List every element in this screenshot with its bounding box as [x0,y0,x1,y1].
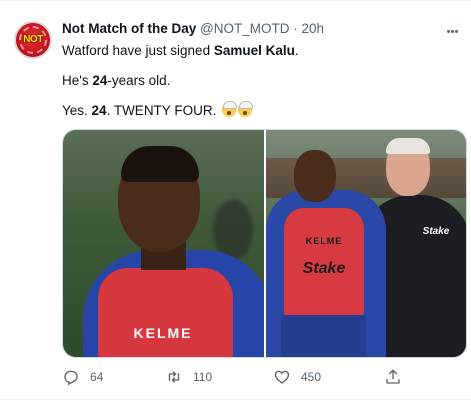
author-name[interactable]: Not Match of the Day [62,21,196,36]
bib-kelme-text: KELME [305,236,343,246]
photo-player-closeup[interactable]: KELME [63,130,264,357]
coach-hair [386,138,430,154]
training-bib [98,268,233,357]
author-avatar[interactable]: NOT [14,21,52,59]
author-handle[interactable]: @NOT_MOTD [200,21,289,36]
age-bold-2: 24 [91,103,107,118]
reply-count: 64 [90,370,104,384]
share-icon [386,369,400,384]
bib-logo-text: KELME [133,325,193,341]
share-button[interactable] [384,367,402,387]
tweet-timestamp[interactable]: 20h [302,21,325,36]
like-count: 450 [301,370,322,384]
reply-icon [64,370,78,386]
age-bold: 24 [92,73,108,88]
player-name: Samuel Kalu [213,43,295,58]
tweet-line-3: Yes. 24. TWENTY FOUR. [62,101,457,119]
retweet-count: 110 [193,370,213,384]
tweet-text: Watford have just signed Samuel Kalu. He… [62,42,457,132]
heart-icon [274,370,290,384]
exploding-head-icon [222,101,238,117]
tweet-actions: 64 110 450 [62,367,412,387]
more-options-icon[interactable] [446,20,464,38]
coach-sponsor-text: Stake [422,226,450,237]
exploding-head-icon [238,101,254,117]
retweet-icon [168,371,180,383]
reply-button[interactable]: 64 [62,367,103,387]
like-button[interactable]: 450 [273,367,321,387]
tweet-line-2: He's 24-years old. [62,73,171,88]
media-grid: KELME Stake KELME Stake [62,129,467,358]
tweet-line-1: Watford have just signed Samuel Kalu. [62,43,299,58]
player-shorts [281,315,366,357]
photo-player-with-coach[interactable]: Stake KELME Stake [266,130,466,357]
bib-sponsor-text: Stake [302,260,346,277]
tweet-card[interactable]: NOT Not Match of the Day @NOT_MOTD · 20h… [0,0,471,400]
header-separator: · [293,21,298,36]
avatar-logo-text: NOT [23,34,43,45]
player-hair [121,146,199,182]
retweet-button[interactable]: 110 [165,367,212,387]
player-head [294,150,336,202]
tweet-header: Not Match of the Day @NOT_MOTD · 20h [62,21,324,36]
